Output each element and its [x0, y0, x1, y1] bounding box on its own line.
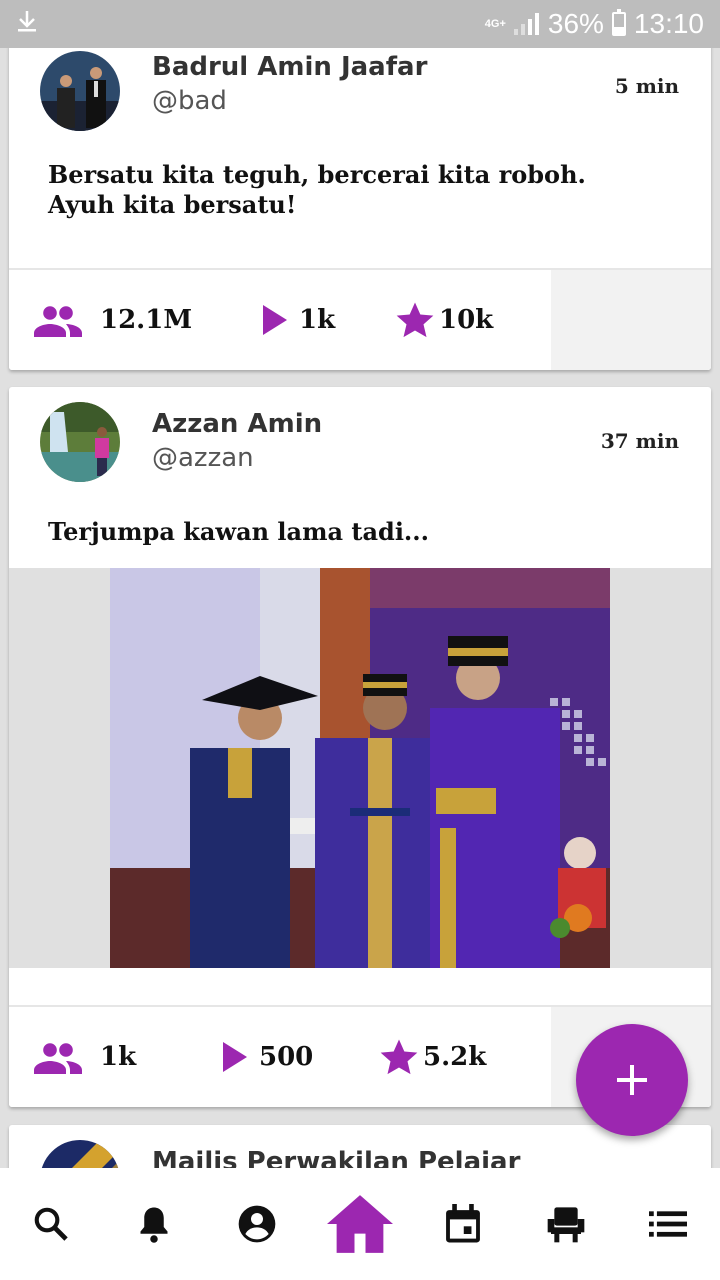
play-icon	[223, 1042, 247, 1072]
search-icon	[35, 1207, 69, 1241]
feed[interactable]: Badrul Amin Jaafar @bad 5 min Bersatu ki…	[0, 48, 720, 1168]
followers-count: 12.1M	[100, 305, 193, 335]
play-icon	[263, 305, 287, 335]
star-icon	[380, 1039, 418, 1075]
stars-stat[interactable]: 10k	[395, 270, 493, 370]
bell-icon	[140, 1207, 168, 1243]
stars-count: 10k	[439, 305, 494, 335]
post-image-container[interactable]	[9, 568, 711, 968]
stars-count: 5.2k	[423, 1042, 487, 1072]
star-icon	[396, 302, 434, 338]
stars-stat[interactable]: 5.2k	[379, 1007, 486, 1107]
calendar-icon	[445, 1204, 480, 1243]
plays-count: 1k	[299, 305, 336, 335]
post-card[interactable]: Badrul Amin Jaafar @bad 5 min Bersatu ki…	[9, 48, 711, 370]
author-handle[interactable]: @azzan	[152, 443, 254, 473]
avatar[interactable]	[40, 1140, 120, 1168]
nav-menu[interactable]	[623, 1179, 713, 1269]
plays-count: 500	[259, 1042, 314, 1072]
group-icon	[34, 306, 82, 337]
post-time: 37 min	[600, 429, 679, 453]
group-icon	[34, 1043, 82, 1074]
plus-icon	[617, 1065, 647, 1095]
new-post-button[interactable]	[576, 1024, 688, 1136]
nav-home[interactable]	[315, 1179, 405, 1269]
author-name[interactable]: Majlis Perwakilan Pelajar	[152, 1147, 520, 1168]
signal-icon	[513, 13, 540, 35]
battery-icon	[611, 9, 626, 36]
author-handle[interactable]: @bad	[152, 86, 227, 116]
post-card[interactable]: Majlis Perwakilan Pelajar	[9, 1125, 711, 1168]
post-text: Bersatu kita teguh, bercerai kita roboh.…	[48, 160, 586, 219]
clock: 13:10	[633, 8, 704, 39]
nav-notifications[interactable]	[109, 1179, 199, 1269]
avatar[interactable]	[40, 402, 120, 482]
battery-percent: 36%	[547, 8, 604, 39]
home-icon	[326, 1195, 393, 1253]
bottom-navigation	[0, 1168, 720, 1280]
post-card[interactable]: Azzan Amin @azzan 37 min Terjumpa kawan …	[9, 387, 711, 1107]
post-image[interactable]	[110, 568, 610, 968]
author-name[interactable]: Azzan Amin	[152, 409, 322, 439]
list-icon	[649, 1211, 688, 1237]
followers-stat[interactable]: 1k	[34, 1007, 136, 1107]
account-icon	[238, 1205, 276, 1243]
download-icon	[16, 9, 46, 40]
post-stats: 12.1M 1k 10k	[9, 268, 711, 370]
author-name[interactable]: Badrul Amin Jaafar	[152, 52, 427, 82]
nav-seats[interactable]	[521, 1179, 611, 1269]
followers-count: 1k	[100, 1042, 137, 1072]
seat-icon	[547, 1207, 584, 1243]
nav-profile[interactable]	[212, 1179, 302, 1269]
post-time: 5 min	[614, 74, 679, 98]
network-indicator: 4G+	[484, 17, 506, 30]
status-bar: 4G+ 36% 13:10	[0, 0, 720, 48]
plays-stat[interactable]: 500	[223, 1007, 313, 1107]
plays-stat[interactable]: 1k	[263, 270, 335, 370]
post-text: Terjumpa kawan lama tadi...	[48, 517, 429, 546]
nav-events[interactable]	[418, 1179, 508, 1269]
followers-stat[interactable]: 12.1M	[34, 270, 192, 370]
avatar[interactable]	[40, 51, 120, 131]
nav-search[interactable]	[6, 1179, 96, 1269]
